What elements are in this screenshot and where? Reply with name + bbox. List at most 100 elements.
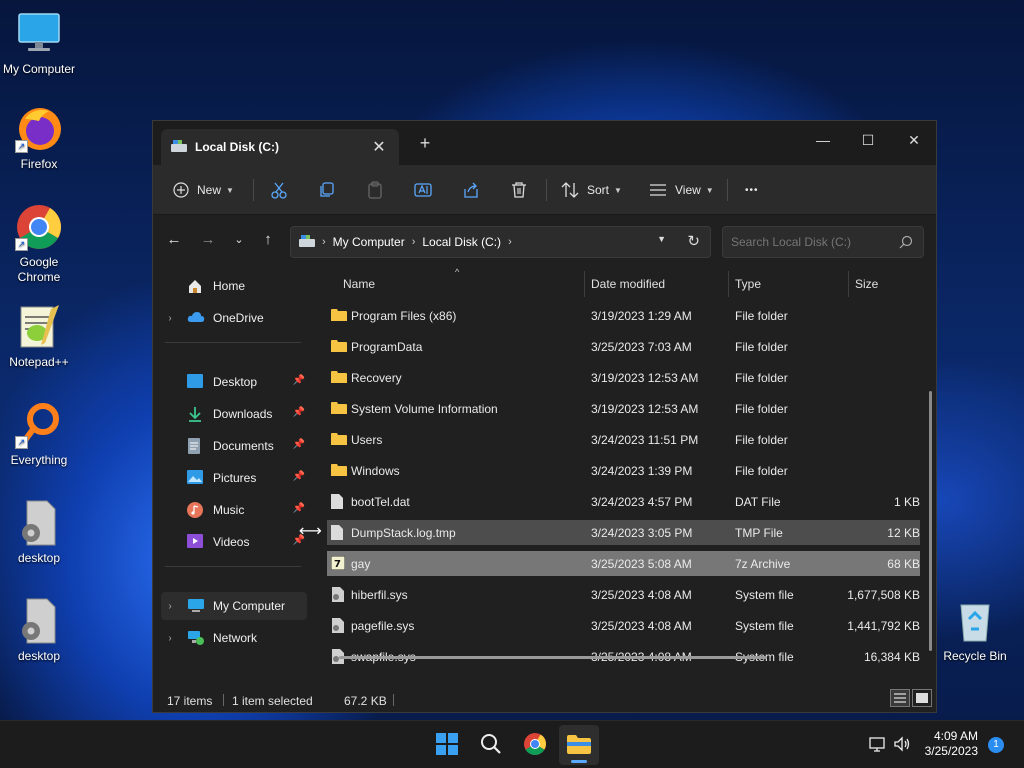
- sidebar-item-pictures[interactable]: Pictures 📌: [161, 464, 307, 492]
- horizontal-scrollbar[interactable]: [339, 656, 767, 659]
- file-row[interactable]: 7 gay 3/25/2023 5:08 AM 7z Archive 68 KB: [327, 551, 920, 576]
- desktop-icon-desktop-1[interactable]: desktop: [0, 499, 78, 566]
- sidebar-item-desktop[interactable]: Desktop 📌: [161, 368, 307, 396]
- pin-icon[interactable]: 📌: [293, 471, 305, 482]
- column-header-type[interactable]: Type: [735, 277, 761, 291]
- cloud-icon: [187, 310, 205, 326]
- close-button[interactable]: ✕: [891, 125, 937, 155]
- desktop-icon-my-computer[interactable]: My Computer: [0, 10, 78, 77]
- sidebar-item-downloads[interactable]: Downloads 📌: [161, 400, 307, 428]
- notification-badge[interactable]: 1: [988, 737, 1004, 753]
- file-row[interactable]: pagefile.sys 3/25/2023 4:08 AM System file…: [327, 613, 920, 638]
- tab-close-button[interactable]: ✕: [369, 137, 389, 157]
- sidebar-item-network[interactable]: › Network: [161, 624, 307, 652]
- sidebar-item-my-computer[interactable]: › My Computer: [161, 592, 307, 620]
- music-icon: [187, 502, 205, 518]
- trash-icon: [510, 181, 528, 199]
- chevron-down-icon: ▼: [614, 185, 622, 195]
- chrome-taskbar-button[interactable]: [515, 725, 555, 765]
- file-row[interactable]: Recovery 3/19/2023 12:53 AM File folder: [327, 365, 920, 390]
- copy-icon: [318, 181, 336, 199]
- start-button[interactable]: [427, 725, 467, 765]
- breadcrumb-my-computer[interactable]: My Computer: [333, 235, 405, 249]
- sidebar-divider: [165, 342, 301, 343]
- share-button[interactable]: [462, 175, 480, 205]
- forward-button[interactable]: →: [196, 228, 220, 252]
- file-row[interactable]: ProgramData 3/25/2023 7:03 AM File folder: [327, 334, 920, 359]
- view-button[interactable]: View ▼: [649, 175, 714, 205]
- column-divider[interactable]: [728, 271, 729, 297]
- sort-button[interactable]: Sort ▼: [561, 175, 622, 205]
- file-row[interactable]: Users 3/24/2023 11:51 PM File folder: [327, 427, 920, 452]
- desktop-icon-desktop-2[interactable]: desktop: [0, 597, 78, 664]
- pin-icon[interactable]: 📌: [293, 439, 305, 450]
- desktop-icon-firefox[interactable]: ↗ Firefox: [0, 105, 78, 172]
- search-input[interactable]: [731, 235, 891, 249]
- pin-icon[interactable]: 📌: [293, 503, 305, 514]
- pin-icon[interactable]: 📌: [293, 407, 305, 418]
- documents-icon: [187, 438, 205, 454]
- chevron-right-icon[interactable]: ›: [161, 313, 179, 324]
- search-box[interactable]: [722, 226, 924, 258]
- back-button[interactable]: ←: [162, 228, 186, 252]
- paste-button[interactable]: [366, 175, 384, 205]
- tab-local-disk[interactable]: Local Disk (C:) ✕: [161, 129, 399, 165]
- search-taskbar-button[interactable]: [471, 725, 511, 765]
- recent-locations-button[interactable]: ⌄: [227, 228, 251, 252]
- file-row[interactable]: hiberfil.sys 3/25/2023 4:08 AM System file…: [327, 582, 920, 607]
- up-button[interactable]: ↑: [256, 228, 280, 252]
- file-row[interactable]: System Volume Information 3/19/2023 12:53…: [327, 396, 920, 421]
- chevron-right-icon[interactable]: ›: [161, 633, 179, 644]
- more-options-button[interactable]: •••: [745, 175, 759, 205]
- column-divider[interactable]: [584, 271, 585, 297]
- desktop-icon-recycle-bin[interactable]: Recycle Bin: [936, 597, 1014, 664]
- column-divider[interactable]: [848, 271, 849, 297]
- rename-button[interactable]: [414, 175, 432, 205]
- desktop-icon-notepadpp[interactable]: Notepad++: [0, 303, 78, 370]
- svg-text:7: 7: [334, 559, 341, 570]
- vertical-scrollbar[interactable]: [929, 391, 932, 651]
- copy-button[interactable]: [318, 175, 336, 205]
- minimize-button[interactable]: —: [800, 125, 846, 155]
- sidebar-item-documents[interactable]: Documents 📌: [161, 432, 307, 460]
- file-row[interactable]: Program Files (x86) 3/19/2023 1:29 AM File…: [327, 303, 920, 328]
- file-explorer-taskbar-button[interactable]: [559, 725, 599, 765]
- file-type: System file: [735, 587, 794, 602]
- file-row[interactable]: Windows 3/24/2023 1:39 PM File folder: [327, 458, 920, 483]
- sidebar-item-music[interactable]: Music 📌: [161, 496, 307, 524]
- clock[interactable]: 4:09 AM 3/25/2023: [925, 729, 978, 759]
- desktop-icon-chrome[interactable]: ↗ Google Chrome: [0, 203, 78, 285]
- toolbar-divider: [727, 179, 728, 201]
- search-icon: [480, 733, 502, 758]
- large-icons-view-button[interactable]: [912, 689, 932, 707]
- desktop-icon-label: Google Chrome: [17, 255, 61, 284]
- column-header-size[interactable]: Size: [855, 277, 878, 291]
- column-header-name[interactable]: Name: [343, 277, 375, 291]
- file-row[interactable]: bootTel.dat 3/24/2023 4:57 PM DAT File 1 KB: [327, 489, 920, 514]
- breadcrumb-local-disk[interactable]: Local Disk (C:): [422, 235, 501, 249]
- new-tab-button[interactable]: +: [415, 133, 435, 154]
- download-icon: [187, 406, 205, 422]
- address-dropdown-icon[interactable]: ▼: [657, 234, 666, 244]
- volume-icon[interactable]: [893, 735, 911, 756]
- chevron-right-icon[interactable]: ›: [161, 601, 179, 612]
- address-bar[interactable]: › My Computer › Local Disk (C:) › ▼ ↻: [290, 226, 711, 258]
- view-icon: [649, 183, 667, 197]
- new-button[interactable]: New ▼: [173, 175, 234, 205]
- pin-icon[interactable]: 📌: [293, 375, 305, 386]
- network-icon[interactable]: [868, 735, 886, 756]
- details-view-button[interactable]: [890, 689, 910, 707]
- desktop-icon-label: Recycle Bin: [943, 649, 1007, 663]
- desktop-icon-everything[interactable]: ↗ Everything: [0, 401, 78, 468]
- column-header-date[interactable]: Date modified: [591, 277, 665, 291]
- sidebar-item-home[interactable]: Home: [161, 272, 307, 300]
- refresh-icon[interactable]: ↻: [687, 232, 700, 250]
- cut-button[interactable]: [270, 175, 288, 205]
- firefox-icon: ↗: [15, 105, 63, 153]
- delete-button[interactable]: [510, 175, 528, 205]
- sidebar-item-onedrive[interactable]: › OneDrive: [161, 304, 307, 332]
- file-row[interactable]: DumpStack.log.tmp 3/24/2023 3:05 PM TMP Fi…: [327, 520, 920, 545]
- sidebar-item-videos[interactable]: Videos 📌: [161, 528, 307, 556]
- sidebar-item-label: Desktop: [213, 375, 258, 389]
- maximize-button[interactable]: ☐: [845, 125, 891, 155]
